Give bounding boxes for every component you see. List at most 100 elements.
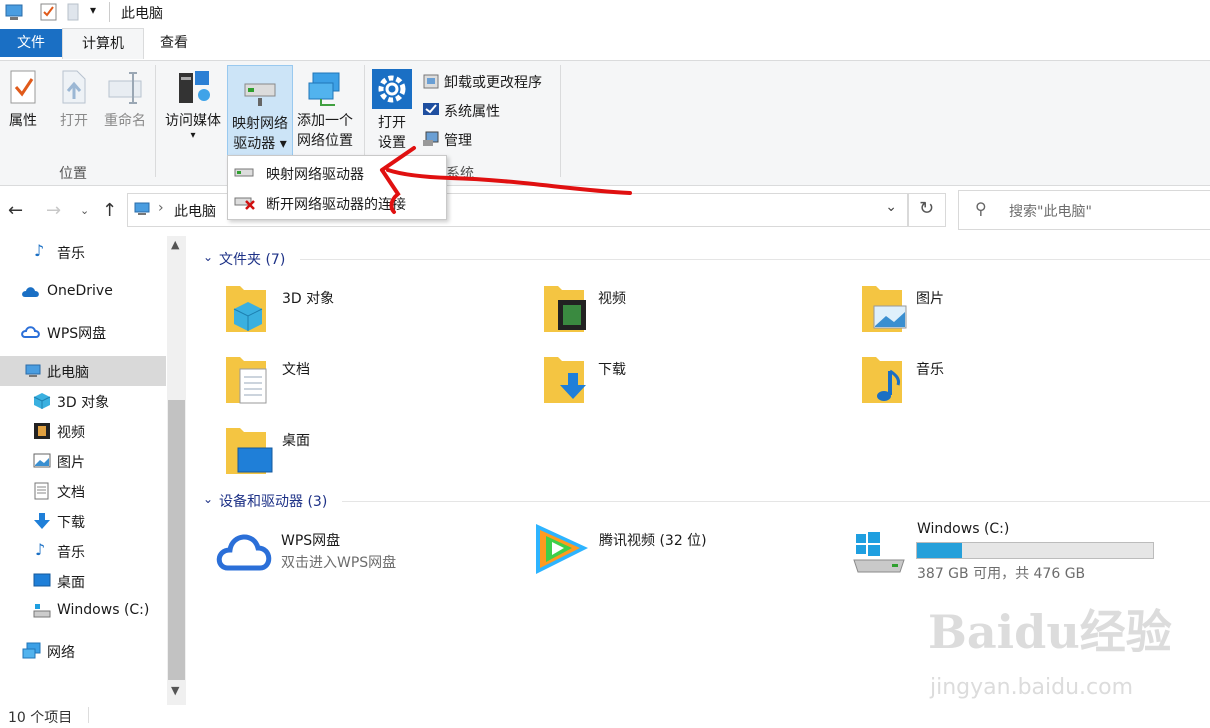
device-windows-c[interactable]: Windows (C:) 387 GB 可用，共 476 GB (852, 520, 1192, 582)
collapse-chevron-icon[interactable]: ⌄ (203, 492, 213, 506)
forward-button[interactable]: → (46, 200, 61, 221)
onedrive-cloud-icon (22, 287, 39, 297)
map-drive-label-2: 驱动器 ▾ (233, 136, 287, 152)
rename-button[interactable]: 重命名 (100, 69, 150, 131)
refresh-icon: ↻ (919, 198, 935, 219)
folder-picture-icon (862, 286, 907, 332)
folder-downloads[interactable]: 下载 (540, 351, 800, 411)
nav-label: 音乐 (57, 545, 85, 561)
wps-cloud-icon (21, 326, 40, 338)
drive-usage-bar (916, 542, 1154, 559)
computer-icon (5, 4, 23, 20)
scroll-down-arrow-icon[interactable]: ▼ (171, 684, 179, 697)
nav-item-wps[interactable]: WPS网盘 (0, 317, 166, 347)
nav-item-videos[interactable]: 视频 (0, 416, 166, 446)
annotation-arrow (380, 146, 632, 214)
folder-desktop[interactable]: 桌面 (222, 422, 482, 482)
collapse-chevron-icon[interactable]: ⌄ (203, 250, 213, 264)
window-title: 此电脑 (121, 6, 163, 22)
folder-download-icon (544, 357, 586, 403)
nav-item-music[interactable]: ♪ 音乐 (0, 536, 166, 566)
device-wps[interactable]: WPS网盘 双击进入WPS网盘 (214, 524, 514, 580)
folder-music[interactable]: 音乐 (858, 351, 1118, 411)
open-button[interactable]: 打开 (56, 69, 92, 131)
refresh-button[interactable]: ↻ (908, 193, 946, 227)
folder-documents[interactable]: 文档 (222, 351, 482, 411)
nav-label: 3D 对象 (57, 395, 110, 411)
tab-view[interactable]: 查看 (152, 28, 196, 56)
nav-item-music-quick[interactable]: ♪ 音乐 (0, 237, 166, 267)
back-button[interactable]: ← (8, 200, 23, 221)
status-item-count: 10 个项目 (8, 710, 73, 726)
breadcrumb-this-pc[interactable]: 此电脑 (174, 201, 216, 221)
address-history-dropdown-icon[interactable]: ⌄ (885, 199, 897, 215)
rename-label: 重命名 (104, 113, 146, 129)
tab-computer[interactable]: 计算机 (62, 28, 144, 59)
device-tencent-video[interactable]: 腾讯视频 (32 位) (530, 518, 830, 580)
drive-usage-fill (917, 543, 962, 558)
wps-drive-subtitle: 双击进入WPS网盘 (281, 555, 397, 571)
nav-item-downloads[interactable]: 下载 (0, 506, 166, 536)
nav-item-3d-objects[interactable]: 3D 对象 (0, 386, 166, 416)
nav-item-desktop[interactable]: 桌面 (0, 566, 166, 596)
access-media-button[interactable]: 访问媒体 ▾ (160, 69, 226, 141)
access-media-label: 访问媒体 (165, 113, 221, 129)
system-properties-icon (423, 103, 439, 115)
wps-drive-name: WPS网盘 (281, 533, 341, 549)
properties-button[interactable]: 属性 (4, 69, 42, 131)
up-button[interactable]: ↑ (102, 200, 117, 221)
folder-desktop-icon (226, 428, 273, 474)
nav-item-network[interactable]: 网络 (0, 636, 166, 666)
uninstall-button[interactable]: 卸载或更改程序 (422, 71, 558, 93)
folder-3d-objects[interactable]: 3D 对象 (222, 280, 482, 340)
folder-music-icon (862, 357, 902, 403)
map-network-drive-button[interactable]: 映射网络 驱动器 ▾ (227, 65, 293, 159)
nav-item-this-pc[interactable]: 此电脑 (0, 356, 166, 386)
baidu-watermark-url: jingyan.baidu.com (930, 675, 1134, 700)
properties-quick-icon[interactable] (40, 3, 58, 21)
cube-3d-icon (33, 393, 51, 409)
scroll-up-arrow-icon[interactable]: ▲ (171, 238, 179, 251)
nav-item-onedrive[interactable]: OneDrive (0, 277, 166, 307)
add-location-label-1: 添加一个 (297, 113, 353, 129)
nav-item-windows-c[interactable]: Windows (C:) (0, 596, 166, 626)
system-properties-button[interactable]: 系统属性 (422, 100, 522, 122)
nav-label: 网络 (47, 645, 75, 661)
open-settings-label-1: 打开 (378, 115, 406, 131)
nav-scrollbar-thumb[interactable] (168, 400, 185, 680)
breadcrumb-chevron-icon: › (158, 200, 164, 216)
folders-section-header[interactable]: 文件夹 (7) (219, 249, 285, 269)
nav-label: 视频 (57, 425, 85, 441)
nav-label: 此电脑 (47, 365, 89, 381)
add-network-location-button[interactable]: 添加一个 网络位置 (292, 69, 358, 151)
tab-file[interactable]: 文件 (0, 29, 62, 57)
new-folder-quick-icon[interactable] (67, 3, 81, 21)
nav-item-pictures[interactable]: 图片 (0, 446, 166, 476)
customize-quick-access-icon[interactable]: ▾ (90, 3, 96, 17)
recent-locations-button[interactable]: ⌄ (80, 204, 89, 217)
nav-label: 桌面 (57, 575, 85, 591)
baidu-watermark: Baidu经验 (928, 605, 1172, 659)
folder-3d-icon (226, 286, 266, 332)
computer-icon (134, 202, 150, 215)
ribbon-separator (155, 65, 156, 177)
nav-label: 文档 (57, 485, 85, 501)
tencent-video-name: 腾讯视频 (32 位) (599, 533, 707, 549)
search-box[interactable]: ⚲ 搜索"此电脑" (958, 190, 1210, 230)
nav-label: 音乐 (57, 246, 85, 262)
network-drive-icon (234, 168, 254, 177)
nav-label: OneDrive (47, 283, 113, 299)
folder-pictures[interactable]: 图片 (858, 280, 1118, 340)
search-input[interactable]: 搜索"此电脑" (1009, 201, 1092, 221)
uninstall-icon (423, 74, 439, 89)
document-icon (34, 482, 49, 500)
add-location-label-2: 网络位置 (297, 133, 353, 149)
folder-label: 图片 (916, 291, 944, 307)
devices-section-header[interactable]: 设备和驱动器 (3) (219, 491, 327, 511)
open-icon (62, 70, 86, 104)
section-divider (300, 259, 1210, 260)
system-properties-label: 系统属性 (444, 104, 500, 120)
nav-item-documents[interactable]: 文档 (0, 476, 166, 506)
map-drive-label-1: 映射网络 (232, 116, 288, 132)
folder-videos[interactable]: 视频 (540, 280, 800, 340)
